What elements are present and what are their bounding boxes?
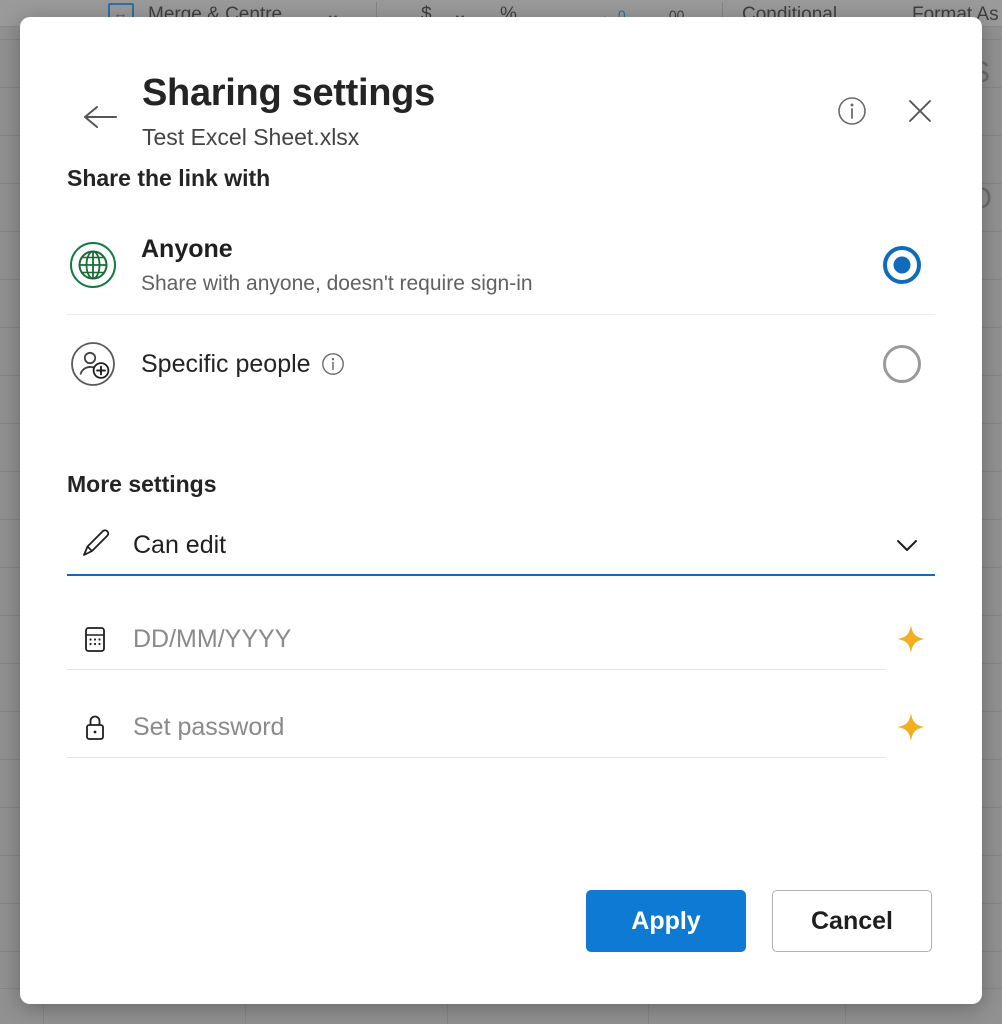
info-button[interactable] — [832, 91, 872, 131]
expiry-date-field[interactable]: DD/MM/YYYY — [67, 608, 935, 670]
close-button[interactable] — [900, 91, 940, 131]
chevron-down-icon[interactable] — [885, 523, 929, 567]
premium-star-icon[interactable] — [891, 619, 931, 659]
person-add-icon — [67, 338, 119, 390]
radio-anyone[interactable] — [883, 246, 921, 284]
dialog-header: Sharing settings Test Excel Sheet.xlsx — [20, 17, 982, 165]
expiry-field-underline — [67, 669, 886, 670]
specific-people-info-icon[interactable] — [321, 352, 345, 376]
radio-specific-people[interactable] — [883, 345, 921, 383]
share-option-anyone-label: Anyone — [141, 234, 233, 263]
password-field-block: Set password — [67, 696, 935, 758]
permission-field-block: Can edit — [67, 514, 935, 576]
password-placeholder: Set password — [133, 713, 285, 741]
calendar-icon — [75, 619, 115, 659]
lock-icon — [75, 707, 115, 747]
permission-dropdown[interactable]: Can edit — [67, 514, 935, 576]
password-field-underline — [67, 757, 886, 758]
dialog-footer: Apply Cancel — [586, 890, 932, 952]
arrow-left-icon — [84, 106, 117, 128]
share-option-anyone-description: Share with anyone, doesn't require sign-… — [141, 271, 533, 295]
dialog-title-block: Sharing settings Test Excel Sheet.xlsx — [142, 70, 435, 152]
premium-star-icon[interactable] — [891, 707, 931, 747]
pencil-icon — [75, 525, 115, 565]
more-settings-heading: More settings — [67, 471, 217, 497]
share-option-specific-people[interactable]: Specific people — [67, 315, 935, 413]
share-option-specific-people-text: Specific people — [141, 348, 883, 380]
cancel-button[interactable]: Cancel — [772, 890, 932, 952]
permission-field-underline — [67, 574, 935, 576]
page-title: Sharing settings — [142, 72, 435, 114]
share-option-specific-people-label: Specific people — [141, 350, 311, 378]
share-link-section-heading: Share the link with — [67, 165, 271, 191]
expiry-field-block: DD/MM/YYYY — [67, 608, 935, 670]
sharing-settings-dialog: Sharing settings Test Excel Sheet.xlsx S… — [20, 17, 982, 1004]
share-option-anyone[interactable]: Anyone Share with anyone, doesn't requir… — [67, 216, 935, 314]
apply-button[interactable]: Apply — [586, 890, 746, 952]
back-button[interactable] — [78, 95, 122, 139]
expiry-date-placeholder: DD/MM/YYYY — [133, 625, 292, 653]
dialog-body: Share the link with Anyone Share with an… — [20, 165, 982, 758]
info-icon — [838, 97, 866, 125]
close-icon — [909, 100, 931, 122]
header-actions — [832, 91, 940, 131]
file-name-subtitle: Test Excel Sheet.xlsx — [142, 124, 360, 150]
permission-value: Can edit — [133, 531, 227, 559]
password-field[interactable]: Set password — [67, 696, 935, 758]
globe-icon — [67, 239, 119, 291]
share-option-anyone-text: Anyone Share with anyone, doesn't requir… — [141, 233, 883, 298]
